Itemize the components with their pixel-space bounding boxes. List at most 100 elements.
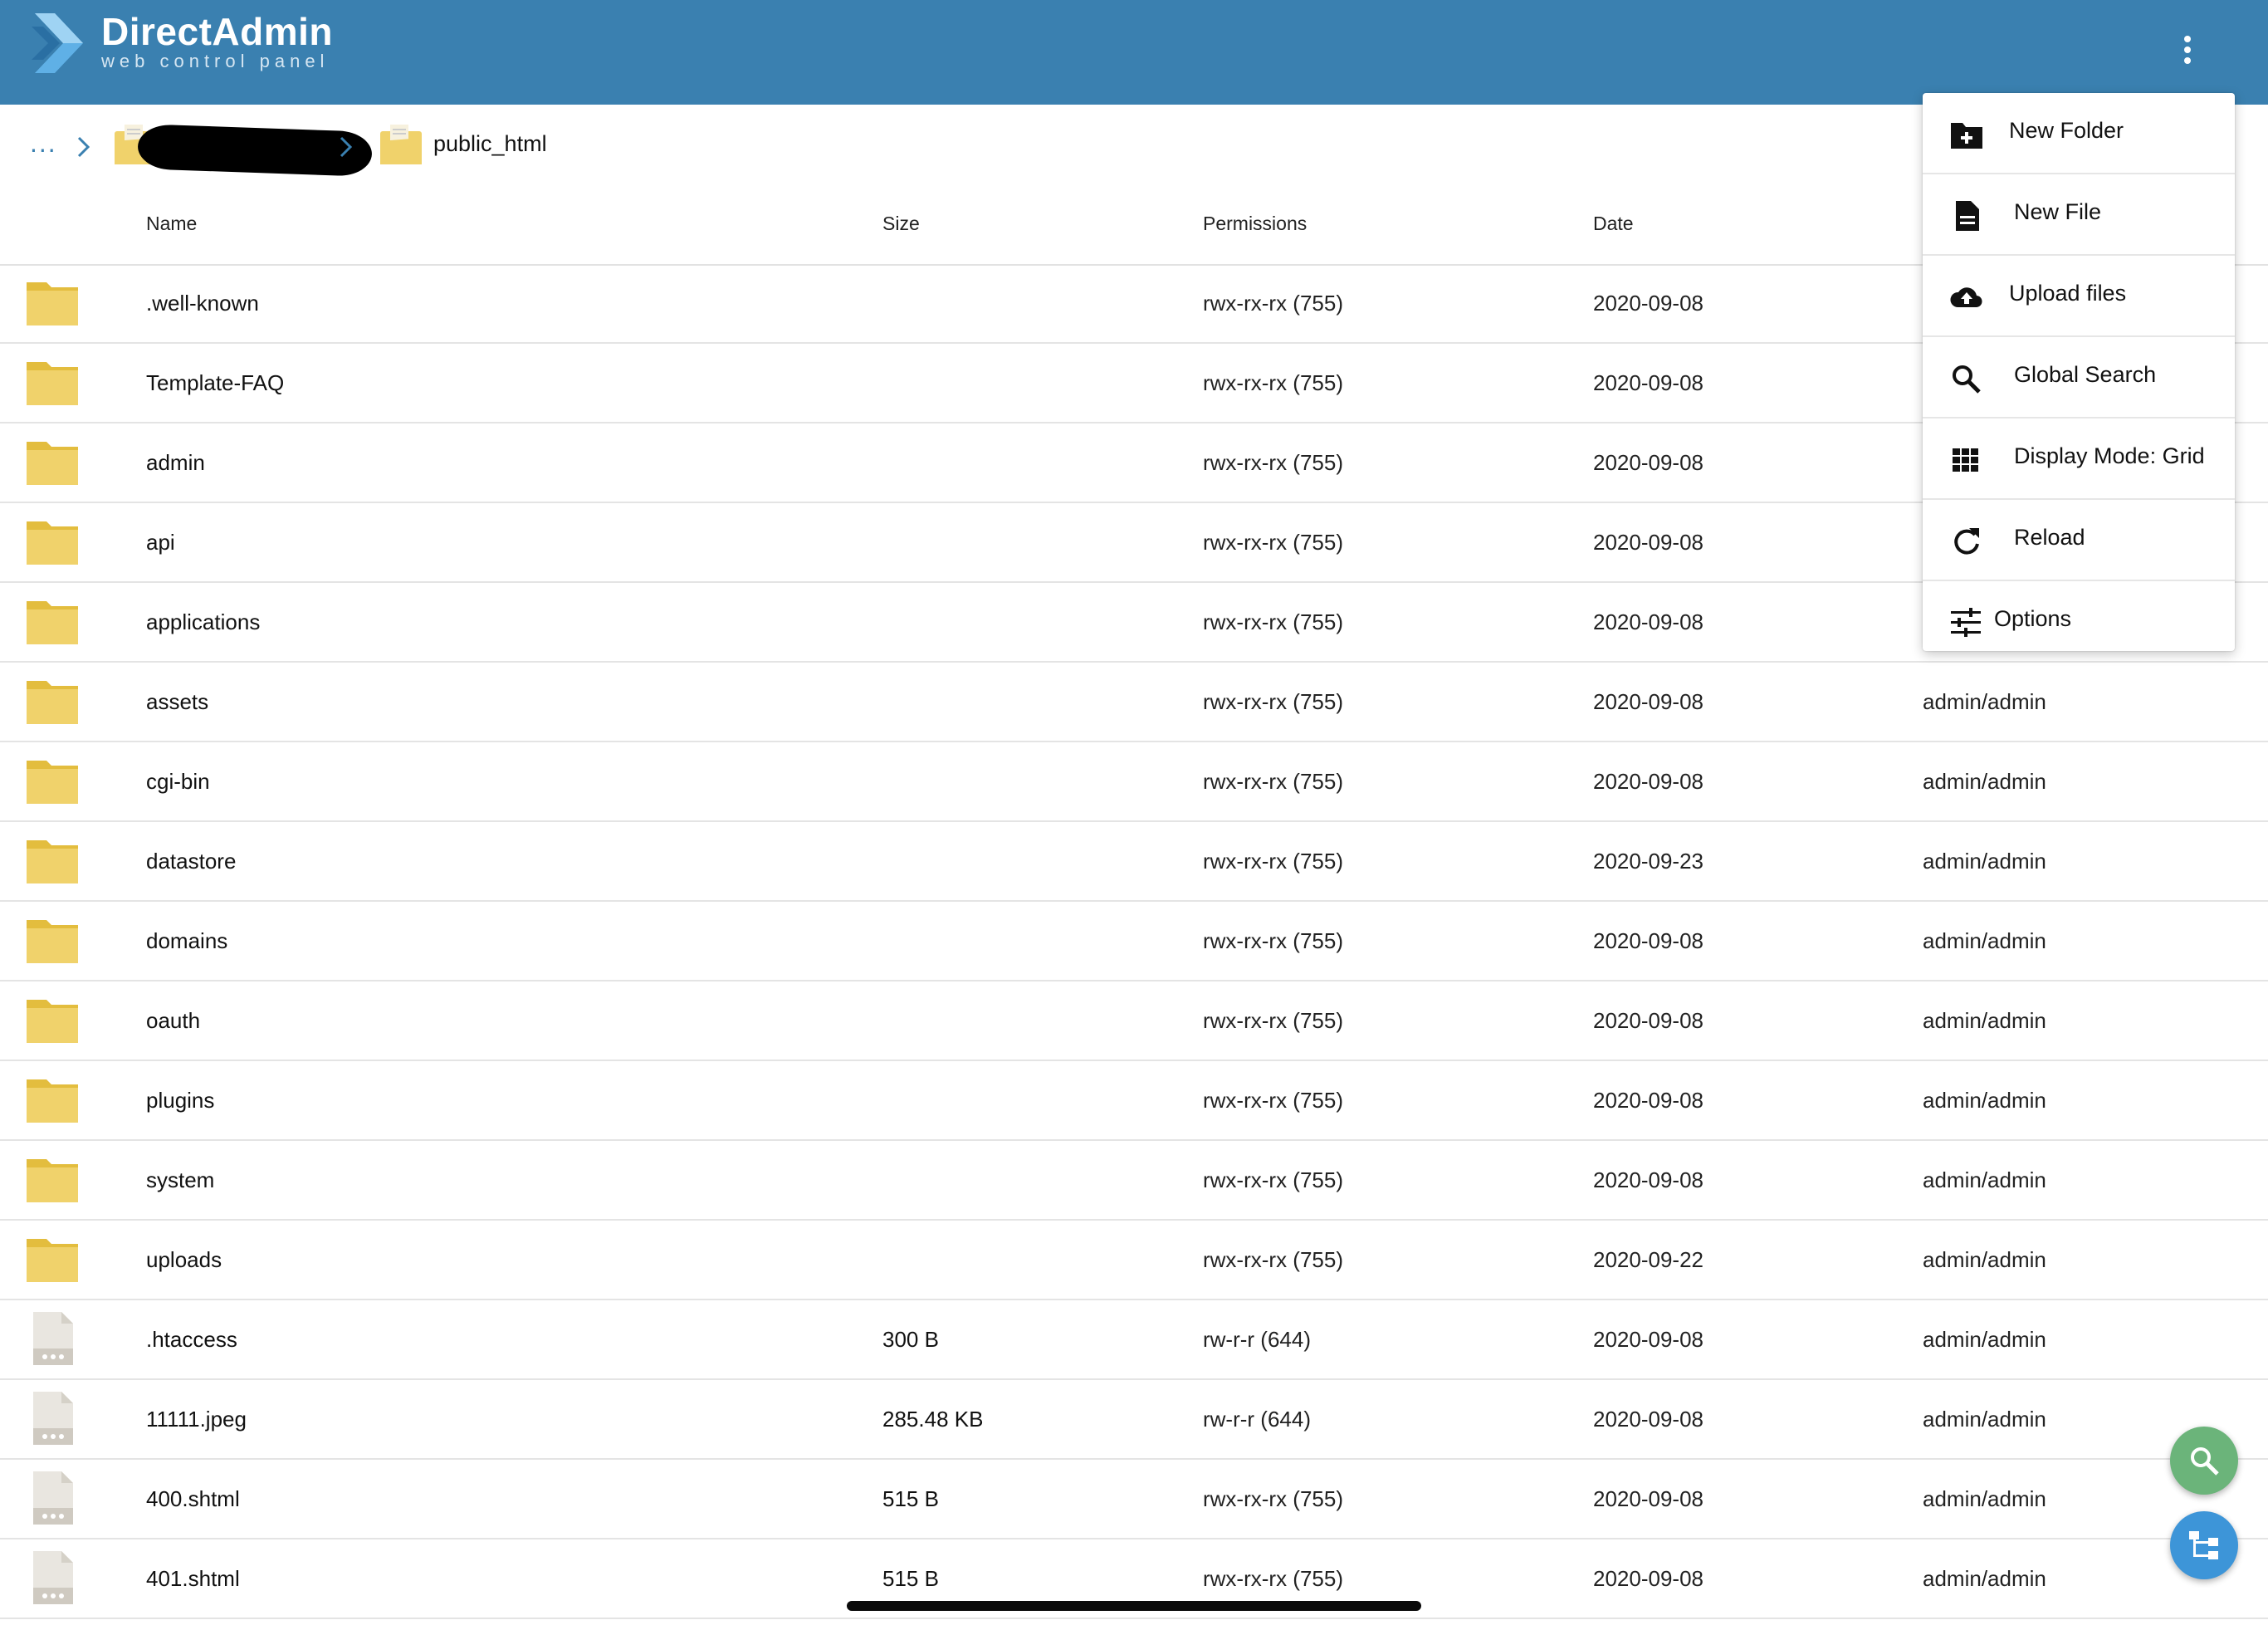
menu-item-new-file[interactable]: New File [1923, 174, 2235, 256]
row-name: applications [146, 609, 261, 634]
row-owner: admin/admin [1923, 849, 2046, 874]
cloud-upload-icon [1950, 287, 1982, 308]
menu-item-label: Reload [2014, 525, 2085, 550]
search-fab-button[interactable] [2170, 1427, 2238, 1495]
row-permissions: rwx-rx-rx (755) [1203, 849, 1343, 874]
app-header: DirectAdmin web control panel [0, 0, 2268, 105]
context-menu: New Folder New File Upload files Global … [1923, 93, 2235, 651]
menu-item-label: Options [1994, 606, 2072, 631]
row-owner: admin/admin [1923, 1486, 2046, 1511]
row-name: datastore [146, 849, 237, 874]
row-date: 2020-09-08 [1593, 370, 1703, 395]
row-name: plugins [146, 1088, 215, 1113]
row-owner: admin/admin [1923, 1327, 2046, 1352]
row-owner: admin/admin [1923, 769, 2046, 794]
table-row[interactable]: uploads rwx-rx-rx (755) 2020-09-22 admin/ad… [0, 1221, 2268, 1300]
folder-icon [27, 1079, 78, 1123]
row-permissions: rwx-rx-rx (755) [1203, 370, 1343, 395]
row-permissions: rwx-rx-rx (755) [1203, 291, 1343, 316]
folder-icon [27, 601, 78, 644]
menu-item-label: Display Mode: Grid [2014, 443, 2205, 468]
row-name: 400.shtml [146, 1486, 240, 1511]
row-owner: admin/admin [1923, 1088, 2046, 1113]
row-date: 2020-09-08 [1593, 1566, 1703, 1591]
menu-item-display-mode[interactable]: Display Mode: Grid [1923, 418, 2235, 500]
row-date: 2020-09-08 [1593, 1008, 1703, 1033]
row-permissions: rw-r-r (644) [1203, 1407, 1311, 1432]
table-row[interactable]: datastore rwx-rx-rx (755) 2020-09-23 admin/… [0, 822, 2268, 902]
home-indicator[interactable] [847, 1601, 1421, 1611]
row-date: 2020-09-08 [1593, 769, 1703, 794]
search-icon [1953, 365, 1981, 394]
row-permissions: rwx-rx-rx (755) [1203, 1247, 1343, 1272]
file-icon [33, 1551, 73, 1604]
row-permissions: rwx-rx-rx (755) [1203, 609, 1343, 634]
folder-icon [27, 282, 78, 325]
row-date: 2020-09-08 [1593, 1088, 1703, 1113]
row-permissions: rwx-rx-rx (755) [1203, 450, 1343, 475]
row-date: 2020-09-08 [1593, 928, 1703, 953]
row-owner: admin/admin [1923, 1167, 2046, 1192]
row-size: 515 B [882, 1486, 939, 1511]
folder-icon [27, 681, 78, 724]
row-size: 515 B [882, 1566, 939, 1591]
menu-item-global-search[interactable]: Global Search [1923, 337, 2235, 418]
search-icon [2191, 1447, 2219, 1476]
table-row[interactable]: cgi-bin rwx-rx-rx (755) 2020-09-08 admin/ad… [0, 742, 2268, 822]
tree-view-fab-button[interactable] [2170, 1511, 2238, 1579]
row-name: api [146, 530, 175, 555]
column-header-permissions[interactable]: Permissions [1203, 213, 1307, 235]
file-icon [33, 1392, 73, 1445]
row-owner: admin/admin [1923, 689, 2046, 714]
chevron-right-icon [340, 136, 353, 158]
folder-icon [27, 840, 78, 883]
breadcrumb: ... public_html [30, 118, 1275, 177]
folder-open-icon[interactable] [379, 123, 423, 166]
column-header-name[interactable]: Name [146, 213, 197, 235]
row-date: 2020-09-08 [1593, 1407, 1703, 1432]
row-permissions: rwx-rx-rx (755) [1203, 689, 1343, 714]
table-row[interactable]: 11111.jpeg 285.48 KB rw-r-r (644) 2020-09-0… [0, 1380, 2268, 1460]
row-date: 2020-09-08 [1593, 1486, 1703, 1511]
row-date: 2020-09-08 [1593, 530, 1703, 555]
table-row[interactable]: system rwx-rx-rx (755) 2020-09-08 admin/adm… [0, 1141, 2268, 1221]
row-permissions: rwx-rx-rx (755) [1203, 928, 1343, 953]
row-date: 2020-09-23 [1593, 849, 1703, 874]
brand: DirectAdmin web control panel [101, 8, 333, 71]
row-permissions: rwx-rx-rx (755) [1203, 1088, 1343, 1113]
tree-icon [2189, 1531, 2218, 1559]
table-row[interactable]: oauth rwx-rx-rx (755) 2020-09-08 admin/admi… [0, 981, 2268, 1061]
row-date: 2020-09-08 [1593, 1167, 1703, 1192]
menu-item-new-folder[interactable]: New Folder [1923, 93, 2235, 174]
menu-item-reload[interactable]: Reload [1923, 500, 2235, 581]
table-row[interactable]: domains rwx-rx-rx (755) 2020-09-08 admin/ad… [0, 902, 2268, 981]
table-row[interactable]: .htaccess 300 B rw-r-r (644) 2020-09-08 admi… [0, 1300, 2268, 1380]
row-name: .well-known [146, 291, 259, 316]
row-permissions: rwx-rx-rx (755) [1203, 769, 1343, 794]
directadmin-logo-icon[interactable] [32, 10, 90, 76]
menu-item-label: New File [2014, 199, 2102, 224]
row-permissions: rw-r-r (644) [1203, 1327, 1311, 1352]
breadcrumb-current[interactable]: public_html [433, 131, 547, 157]
menu-item-options[interactable]: Options [1923, 581, 2235, 661]
row-name: oauth [146, 1008, 201, 1033]
table-row[interactable]: assets rwx-rx-rx (755) 2020-09-08 admin/adm… [0, 663, 2268, 742]
grid-icon [1953, 448, 1978, 472]
folder-icon [27, 1000, 78, 1043]
row-owner: admin/admin [1923, 1566, 2046, 1591]
column-header-date[interactable]: Date [1593, 213, 1634, 235]
brand-name: DirectAdmin [101, 10, 333, 53]
folder-icon [27, 521, 78, 565]
table-row[interactable]: 400.shtml 515 B rwx-rx-rx (755) 2020-09-08 a… [0, 1460, 2268, 1539]
menu-item-upload-files[interactable]: Upload files [1923, 256, 2235, 337]
more-vertical-icon[interactable] [2175, 32, 2200, 71]
row-name: admin [146, 450, 205, 475]
reload-icon [1954, 528, 1979, 555]
breadcrumb-more[interactable]: ... [30, 128, 57, 159]
column-header-size[interactable]: Size [882, 213, 920, 235]
row-name: .htaccess [146, 1327, 237, 1352]
table-row[interactable]: plugins rwx-rx-rx (755) 2020-09-08 admin/ad… [0, 1061, 2268, 1141]
row-size: 285.48 KB [882, 1407, 984, 1432]
row-size: 300 B [882, 1327, 939, 1352]
row-date: 2020-09-08 [1593, 1327, 1703, 1352]
